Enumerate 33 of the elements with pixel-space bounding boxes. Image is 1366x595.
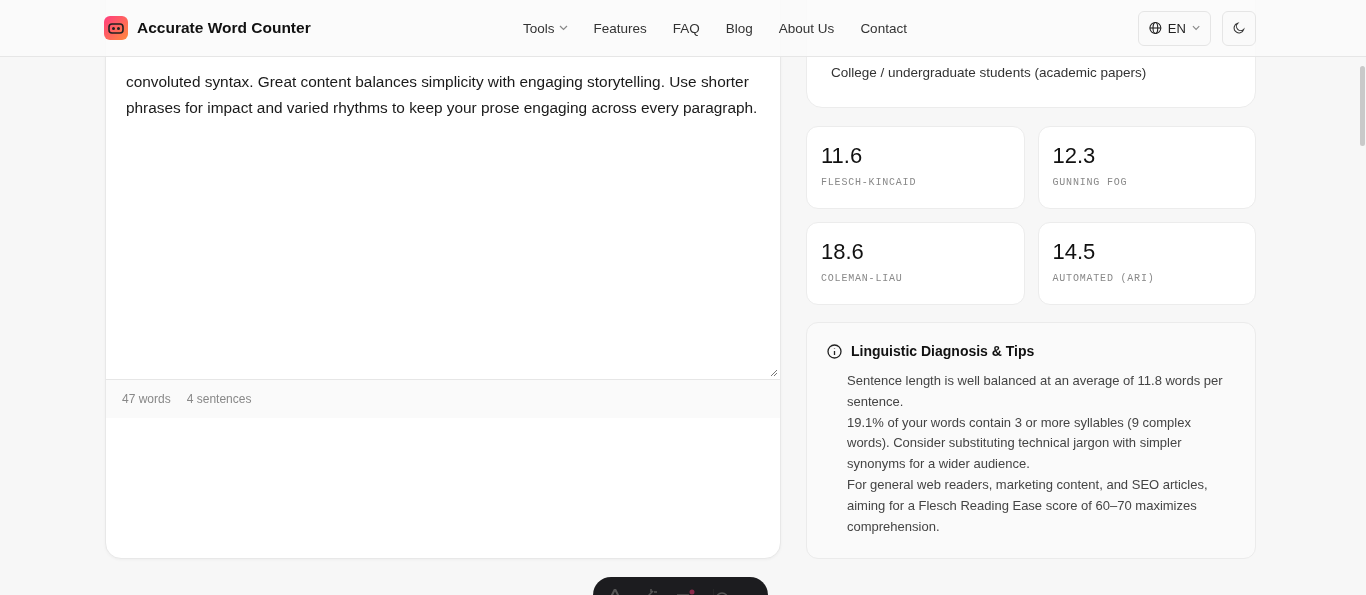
language-button[interactable]: EN	[1138, 10, 1211, 46]
audience-text: College / undergraduate students (academic papers)	[831, 64, 1147, 82]
score-value: 18.6	[821, 239, 865, 265]
nav-link[interactable]: Features	[593, 20, 647, 36]
nav-link[interactable]: About Us	[778, 20, 835, 36]
nav-link[interactable]: Blog	[725, 20, 753, 36]
score-label: GUNNING FOG	[1052, 177, 1129, 188]
editor-text: convoluted syntax. Great content balances simplicity with engaging storytelling. Use shorter phrases for impact and varied rhythms to keep your prose engaging across every paragraph.	[126, 72, 759, 118]
scrollbar-thumb[interactable]	[1360, 66, 1365, 146]
logo-icon	[104, 16, 128, 40]
stat-text: 47 words	[122, 392, 171, 406]
moon-icon	[1233, 21, 1245, 35]
score-label: AUTOMATED (ARI)	[1052, 273, 1156, 284]
tip-text: Sentence length is well balanced at an average of 11.8 words per sentence.	[847, 372, 1224, 411]
chevron-down-icon	[558, 25, 568, 31]
tips-title: Linguistic Diagnosis & Tips	[851, 343, 1035, 359]
brand-title[interactable]: Accurate Word Counter	[137, 19, 311, 37]
resize-handle-icon[interactable]	[770, 369, 778, 377]
score-label: FLESCH-KINCAID	[821, 177, 918, 188]
tip-text: 19.1% of your words contain 3 or more syllables (9 complex words). Consider substituting technical jargon with simpler synonyms for a wider audience.	[847, 413, 1192, 474]
nav-link[interactable]: Tools	[523, 20, 568, 36]
tip-text: For general web readers, marketing content, and SEO articles, aiming for a Flesch Reading Ease score of 60–70 maximizes comprehension.	[847, 476, 1209, 536]
nav-link[interactable]: FAQ	[672, 20, 700, 36]
globe-icon	[1149, 21, 1162, 35]
score-value: 14.5	[1052, 239, 1097, 265]
chevron-down-icon	[1191, 25, 1200, 31]
info-icon	[827, 343, 842, 359]
score-value: 11.6	[821, 143, 864, 169]
stat-text: 4 sentences	[186, 392, 252, 406]
theme-toggle-button[interactable]	[1222, 10, 1256, 46]
score-value: 12.3	[1052, 143, 1097, 169]
score-label: COLEMAN-LIAU	[821, 273, 904, 284]
nav-link[interactable]: Contact	[860, 20, 907, 36]
